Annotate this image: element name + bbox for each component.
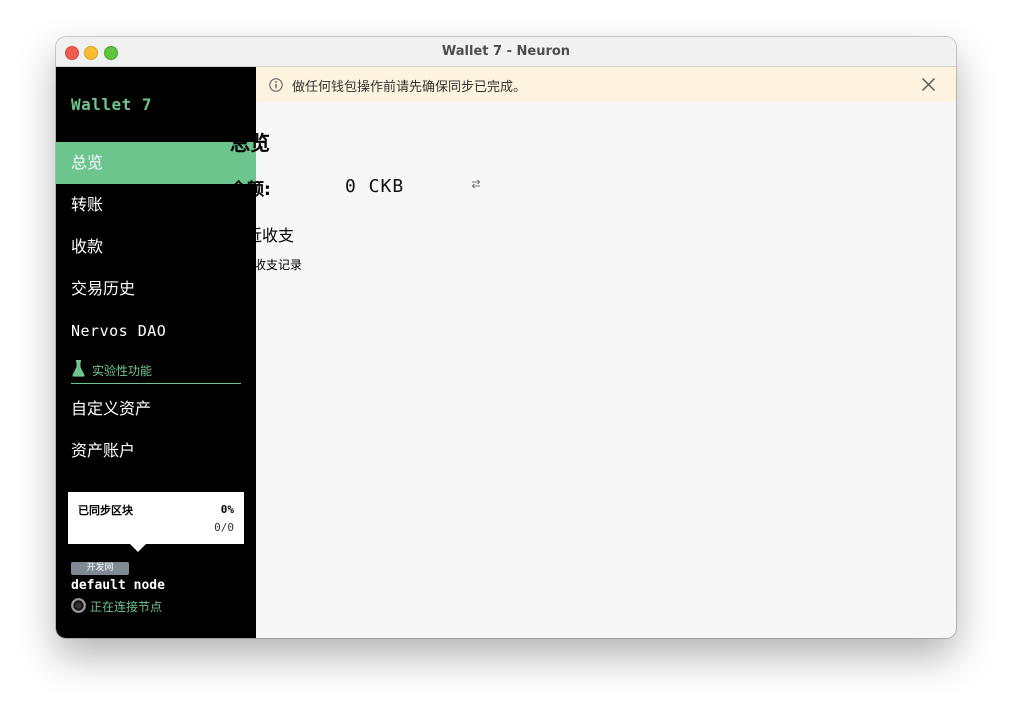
- node-name[interactable]: default node: [71, 578, 165, 593]
- experimental-section[interactable]: 实验性功能: [71, 359, 241, 384]
- sync-percent: 0%: [220, 503, 234, 516]
- connecting-icon: [71, 598, 86, 613]
- sidebar-item-overview[interactable]: 总览: [56, 142, 256, 184]
- connection-status-label: 正在连接节点: [90, 600, 163, 614]
- alert-message: 做任何钱包操作前请先确保同步已完成。: [292, 80, 527, 95]
- sync-label: 已同步区块: [78, 504, 133, 517]
- sidebar-item-nervos-dao[interactable]: Nervos DAO: [56, 310, 256, 352]
- sync-status-box: 已同步区块 0% 0/0: [68, 492, 244, 552]
- sync-block-count: 0/0: [214, 521, 234, 534]
- recent-activity-title: 最近收支: [230, 226, 295, 245]
- empty-state-text: 没有收支记录: [230, 258, 303, 272]
- sidebar-item-receive[interactable]: 收款: [56, 226, 256, 268]
- page-title: 总览: [230, 131, 270, 155]
- app-window: Wallet 7 - Neuron Wallet 7 总览 转账 收款 交易历史…: [56, 37, 956, 638]
- sidebar-item-history[interactable]: 交易历史: [56, 268, 256, 310]
- refresh-icon[interactable]: [470, 178, 482, 190]
- close-icon[interactable]: [921, 77, 936, 92]
- balance-label: 余额:: [230, 180, 271, 200]
- sidebar: Wallet 7 总览 转账 收款 交易历史 Nervos DAO 实验性功能 …: [56, 67, 256, 638]
- sidebar-item-asset-accounts[interactable]: 资产账户: [56, 430, 256, 472]
- network-badge: 开发网: [71, 562, 129, 575]
- balance-value: 0 CKB: [345, 176, 405, 197]
- sidebar-item-custom-assets[interactable]: 自定义资产: [56, 388, 256, 430]
- sidebar-item-send[interactable]: 转账: [56, 184, 256, 226]
- title-bar: Wallet 7 - Neuron: [56, 37, 956, 67]
- flask-icon: [72, 360, 85, 377]
- sync-warning-alert: 做任何钱包操作前请先确保同步已完成。: [256, 67, 956, 102]
- wallet-name[interactable]: Wallet 7: [71, 95, 152, 114]
- experimental-label: 实验性功能: [92, 364, 153, 378]
- window-title: Wallet 7 - Neuron: [441, 44, 571, 59]
- info-icon: [269, 78, 283, 92]
